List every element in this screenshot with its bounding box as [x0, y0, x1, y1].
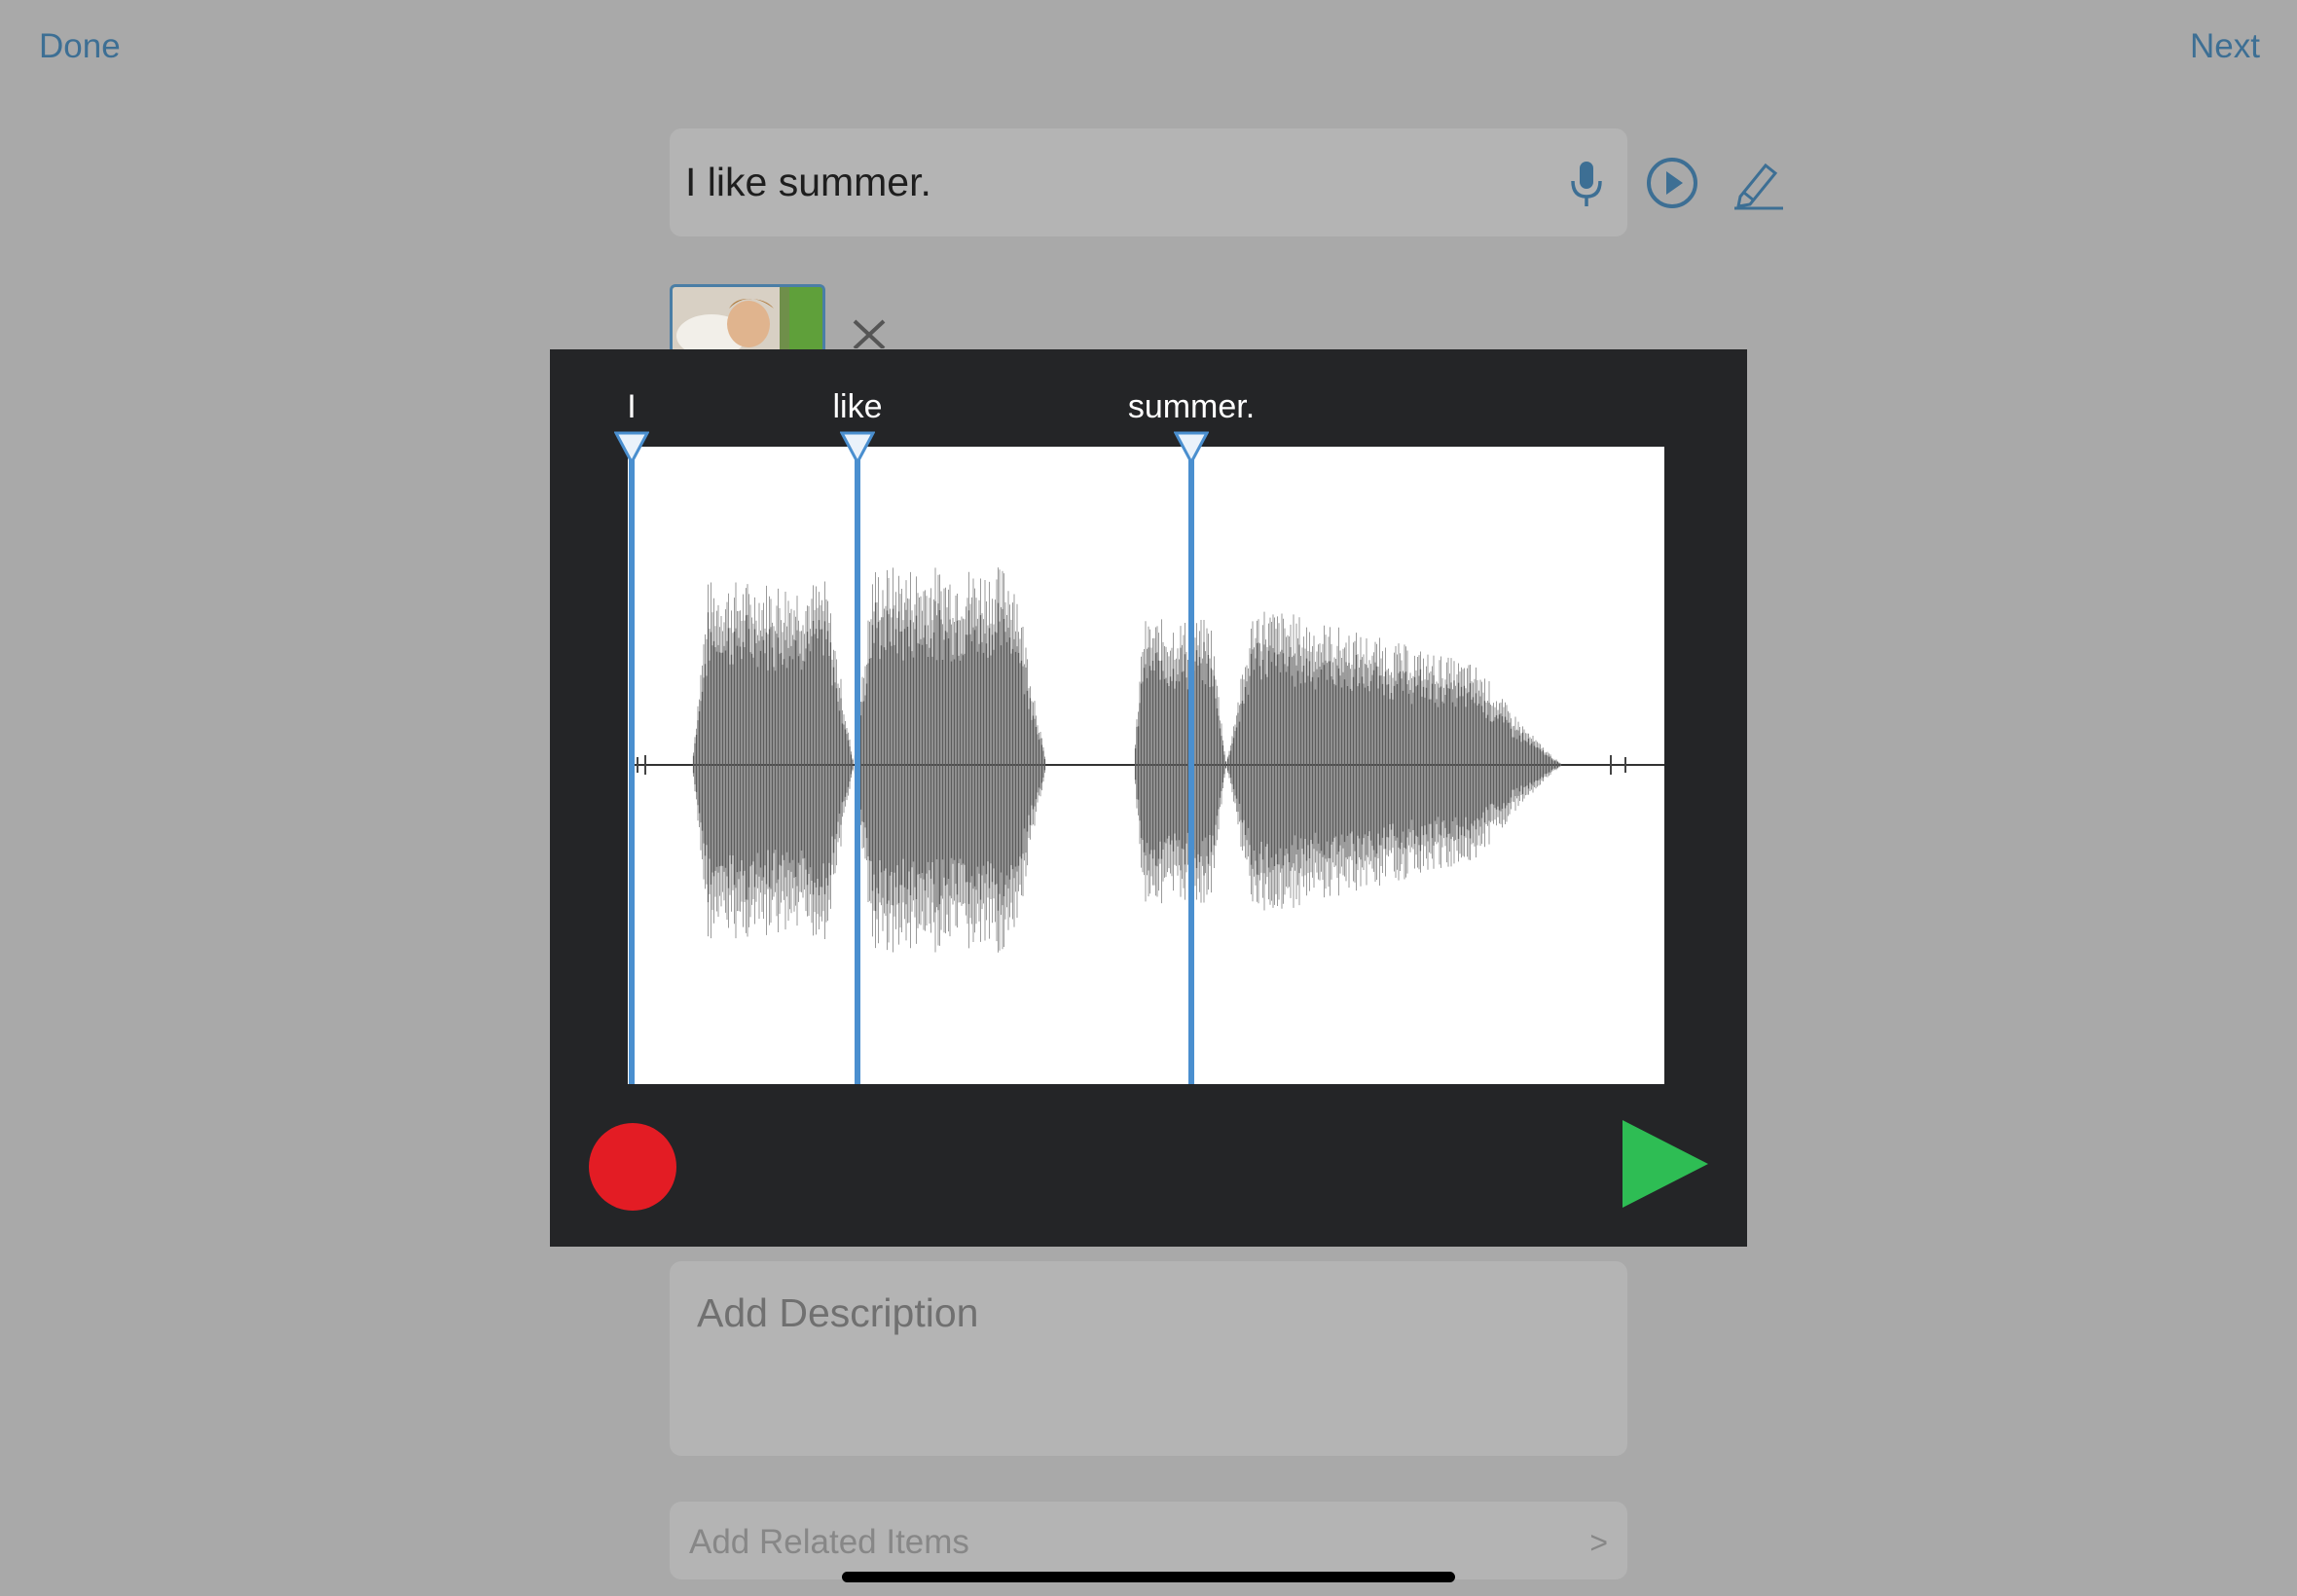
- add-related-items-row[interactable]: Add Related Items >: [670, 1502, 1627, 1579]
- home-indicator: [842, 1572, 1455, 1582]
- word-label: like: [832, 388, 883, 425]
- word-marker-line: [855, 447, 860, 1084]
- waveform-graphic: [632, 567, 1664, 953]
- description-field[interactable]: Add Description: [670, 1261, 1627, 1456]
- word-label: summer.: [1127, 388, 1256, 425]
- microphone-icon[interactable]: [1557, 154, 1616, 212]
- word-marker-line: [629, 447, 635, 1084]
- sentence-field[interactable]: I like summer.: [670, 128, 1783, 236]
- pencil-icon[interactable]: [1729, 154, 1787, 212]
- next-button[interactable]: Next: [2190, 27, 2260, 66]
- related-items-label: Add Related Items: [689, 1523, 969, 1561]
- record-button[interactable]: [589, 1123, 676, 1211]
- play-button[interactable]: [1621, 1120, 1708, 1208]
- done-button[interactable]: Done: [39, 27, 121, 66]
- photo-thumbnail[interactable]: [670, 284, 825, 353]
- description-placeholder: Add Description: [697, 1290, 979, 1335]
- word-marker-line: [1188, 447, 1194, 1084]
- marker-handle[interactable]: [614, 431, 649, 464]
- marker-handle[interactable]: [1174, 431, 1209, 464]
- sentence-text: I like summer.: [685, 160, 931, 204]
- remove-photo-icon[interactable]: [847, 319, 895, 348]
- play-circle-icon[interactable]: [1643, 154, 1701, 212]
- chevron-right-icon: >: [1589, 1525, 1608, 1560]
- audio-editor-dialog: I like summer.: [550, 349, 1747, 1247]
- word-label: I: [627, 388, 637, 425]
- photo-image: [673, 287, 822, 353]
- waveform[interactable]: [628, 447, 1664, 1084]
- marker-handle[interactable]: [840, 431, 875, 464]
